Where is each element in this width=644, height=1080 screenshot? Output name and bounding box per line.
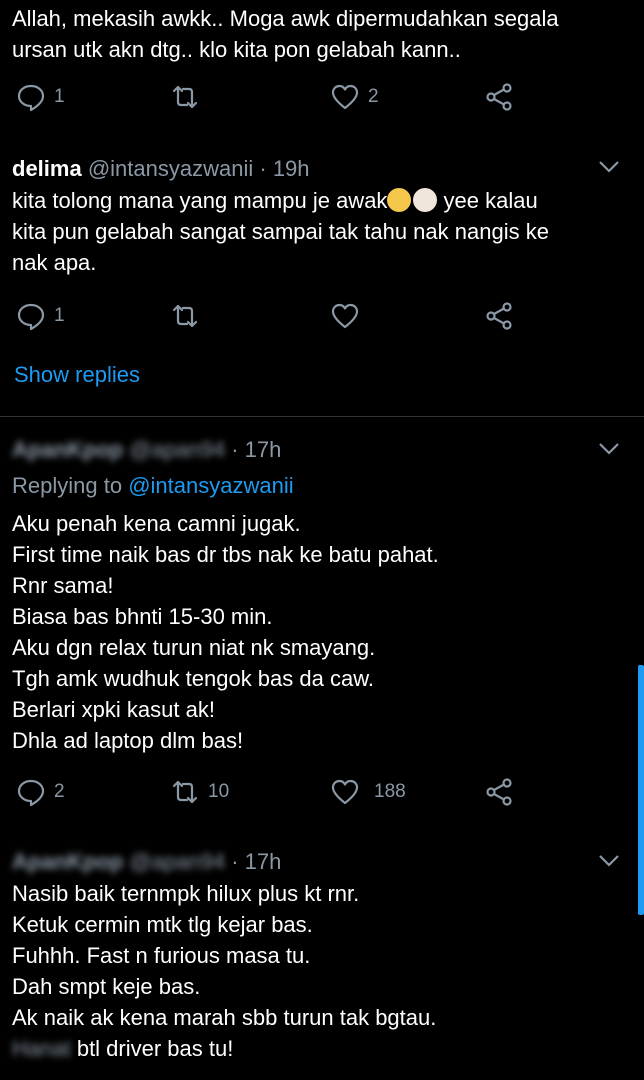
scrollbar-thumb[interactable] [638,665,644,915]
share-icon [484,777,514,807]
reply-count: 2 [54,781,65,802]
reply-count: 1 [54,86,65,107]
clapping-hands-emoji-icon [413,188,438,212]
tweet-text-line: Tgh amk wudhuk tengok bas da caw. [12,666,374,691]
tweet-header: ApanKpop @apan94 · 17h [12,846,281,877]
like-button[interactable] [330,301,360,331]
reply-button[interactable]: 1 [16,301,65,331]
more-options-button[interactable] [598,160,620,174]
tweet-text-line: Rnr sama! [12,573,114,598]
share-button[interactable] [484,777,514,807]
reply-icon [16,301,46,331]
reply-button[interactable]: 1 [16,82,65,112]
like-button[interactable]: 188 [330,777,406,807]
tweet-text-segment: kita tolong mana yang mampu je awak [12,188,388,213]
like-count: 2 [368,86,379,107]
retweet-icon [170,777,200,807]
like-button[interactable]: 2 [330,82,379,112]
mention-link[interactable]: @intansyazwanii [128,473,293,498]
reply-icon [16,82,46,112]
tweet-text-line: Ketuk cermin mtk tlg kejar bas. [12,912,313,937]
more-options-button[interactable] [598,442,620,456]
share-icon [484,82,514,112]
retweet-button[interactable]: 10 [170,777,229,807]
display-name[interactable]: delima [12,156,82,181]
divider [0,416,644,417]
timestamp[interactable]: · 19h [259,156,309,181]
user-handle[interactable]: @apan94 [129,437,225,462]
face-emoji-icon [387,188,412,212]
retweet-count: 10 [208,781,230,802]
blurred-word: Hanat [12,1036,71,1061]
tweet-text-line: Fuhhh. Fast n furious masa tu. [12,943,311,968]
chevron-down-icon [598,854,620,868]
tweet-text-line: kita pun gelabah sangat sampai tak tahu … [12,219,549,244]
timestamp[interactable]: · 17h [231,437,281,462]
tweet-text-line: Allah, mekasih awkk.. Moga awk dipermuda… [12,6,559,31]
reply-icon [16,777,46,807]
tweet-text-segment: btl driver bas tu! [70,1036,234,1061]
share-button[interactable] [484,82,514,112]
tweet-text-line: nak apa. [12,250,97,275]
like-count: 188 [374,781,406,802]
retweet-icon [170,82,200,112]
tweet-header: ApanKpop @apan94 · 17h [12,434,281,465]
tweet-text-line: Dah smpt keje bas. [12,974,201,999]
tweet-text-line: Ak naik ak kena marah sbb turun tak bgta… [12,1005,437,1030]
tweet-text-segment: yee kalau [437,188,538,213]
tweet-text-line: Nasib baik ternmpk hilux plus kt rnr. [12,881,360,906]
tweet-text-line: ursan utk akn dtg.. klo kita pon gelabah… [12,37,461,62]
retweet-icon [170,301,200,331]
show-replies-link[interactable]: Show replies [14,359,140,390]
tweet-text-line: First time naik bas dr tbs nak ke batu p… [12,542,439,567]
tweet-text-line: Berlari xpki kasut ak! [12,697,215,722]
replying-to-label: Replying to [12,473,129,498]
tweet-text-line: Aku dgn relax turun niat nk smayang. [12,635,376,660]
chevron-down-icon [598,160,620,174]
tweet-text-line: kita tolong mana yang mampu je awak yee … [12,185,538,216]
reply-button[interactable]: 2 [16,777,65,807]
tweet-header: delima @intansyazwanii · 19h [12,153,310,184]
tweet-text-line: Hanat btl driver bas tu! [12,1033,233,1064]
retweet-button[interactable] [170,82,200,112]
share-button[interactable] [484,301,514,331]
heart-icon [330,777,360,807]
heart-icon [330,82,360,112]
display-name[interactable]: ApanKpop [12,437,123,462]
replying-to: Replying to @intansyazwanii [12,470,294,501]
timestamp[interactable]: · 17h [231,849,281,874]
tweet-text-line: Aku penah kena camni jugak. [12,511,301,536]
share-icon [484,301,514,331]
user-handle[interactable]: @apan94 [129,849,225,874]
heart-icon [330,301,360,331]
display-name[interactable]: ApanKpop [12,849,123,874]
tweet-text-line: Dhla ad laptop dlm bas! [12,728,244,753]
user-handle[interactable]: @intansyazwanii [88,156,253,181]
tweet-text-line: Biasa bas bhnti 15-30 min. [12,604,273,629]
reply-count: 1 [54,305,65,326]
more-options-button[interactable] [598,854,620,868]
retweet-button[interactable] [170,301,200,331]
chevron-down-icon [598,442,620,456]
